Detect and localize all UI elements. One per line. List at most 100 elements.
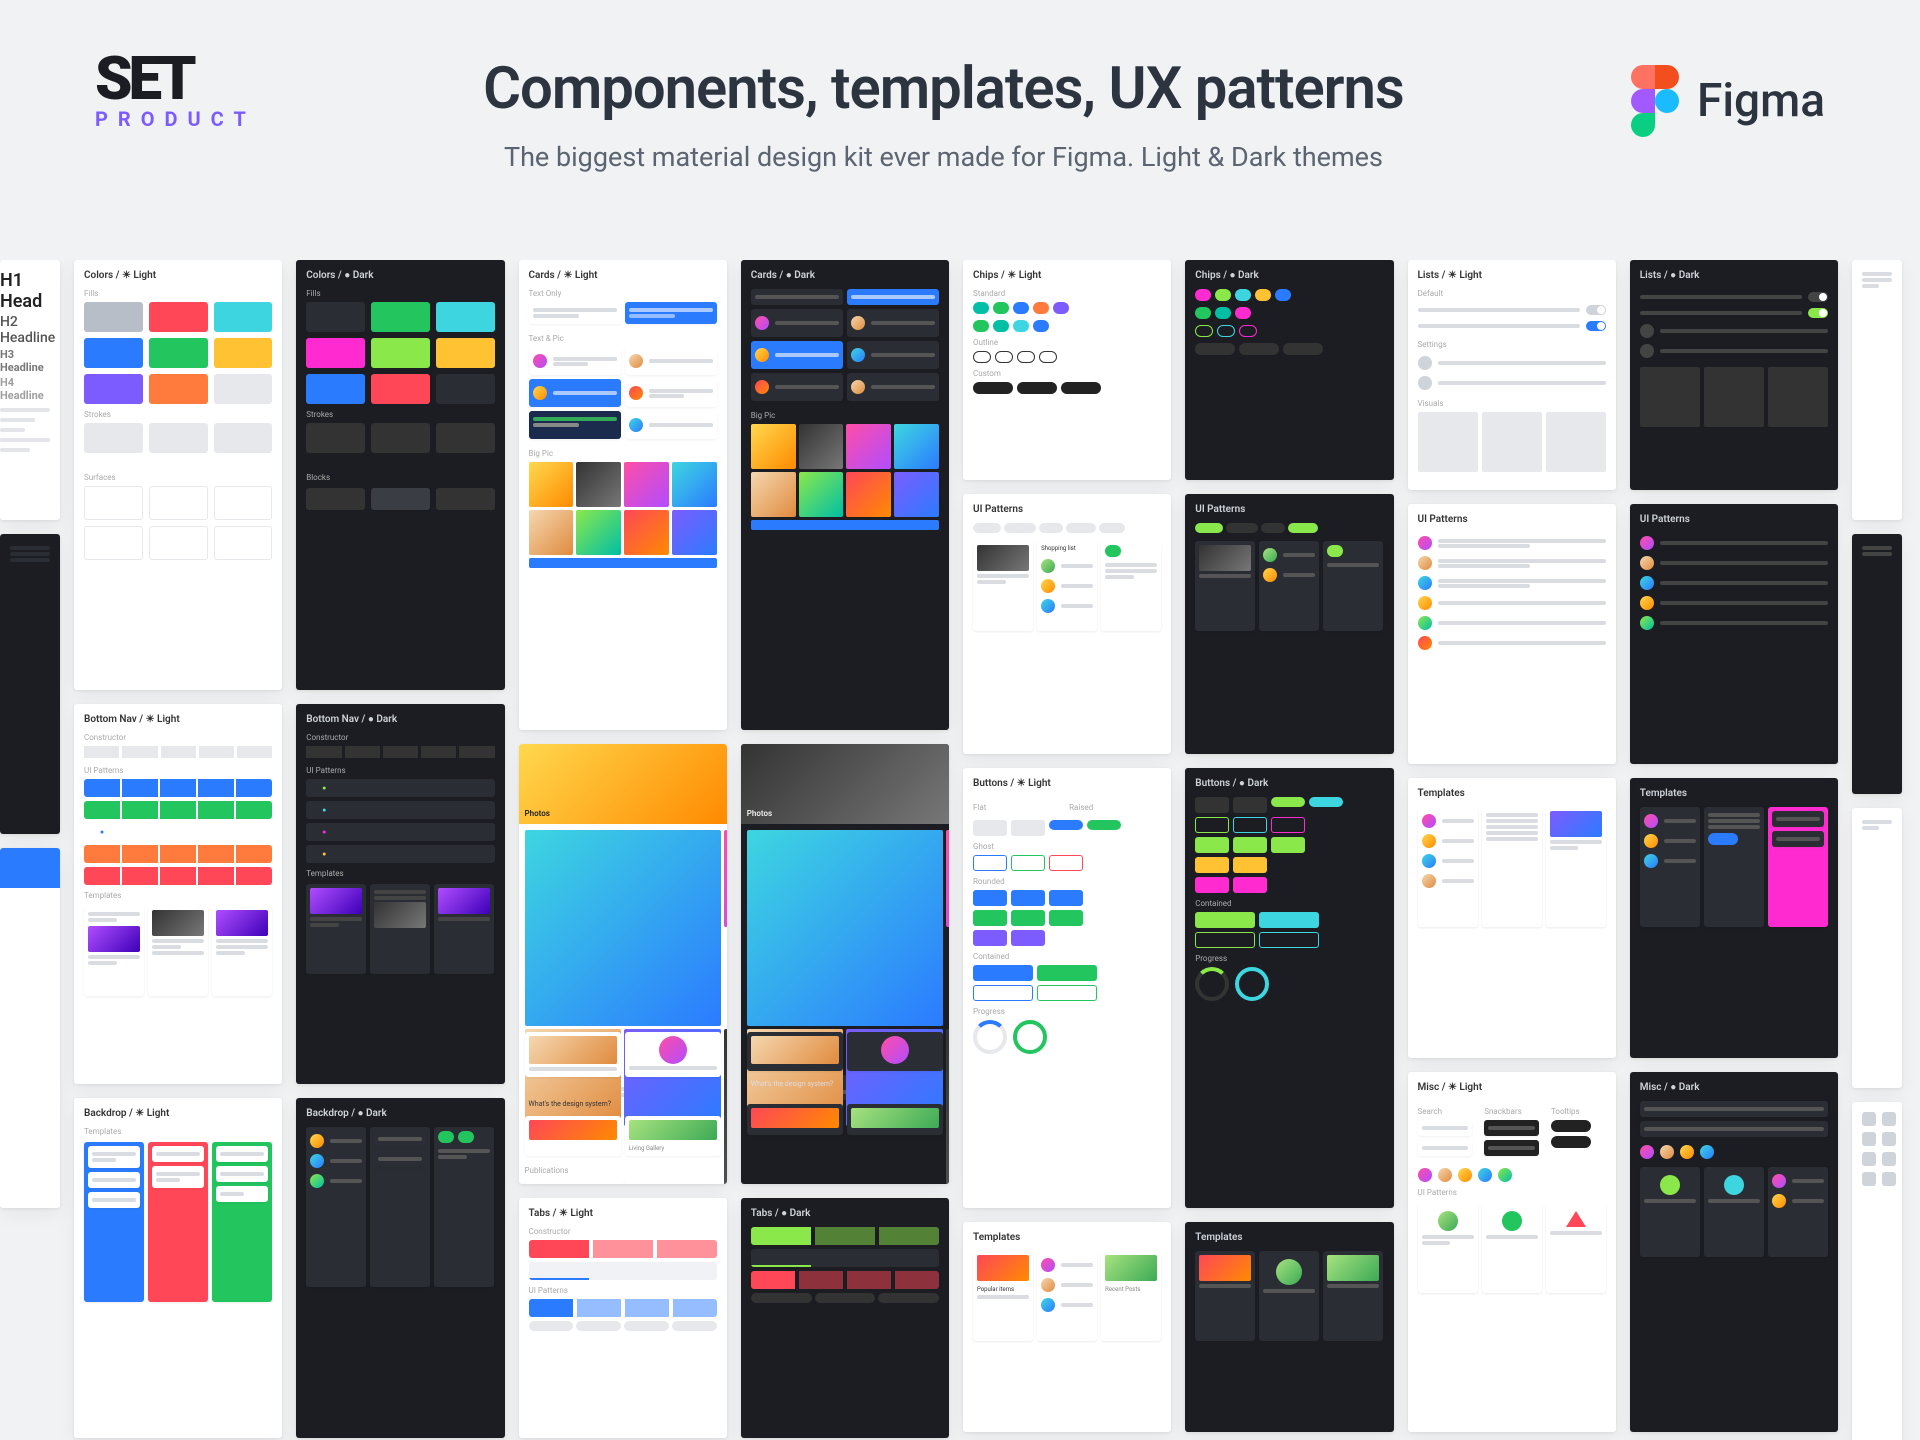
section-label: UI Patterns <box>306 766 494 775</box>
section-label: Raised <box>1069 803 1161 812</box>
section-label: Publications <box>525 1166 721 1175</box>
section-label: Surfaces <box>84 473 272 482</box>
panel-lists-templates-light: Templates <box>1408 778 1616 1058</box>
section-label: Blocks <box>306 473 494 482</box>
section-label: Contained <box>1195 899 1383 908</box>
section-label: Big Pic <box>529 449 717 458</box>
gallery-col-7: Lists / ☀ Light Default Settings Visuals… <box>1408 260 1616 1440</box>
panel-backdrop-dark: Backdrop / ● Dark <box>296 1098 504 1438</box>
gallery-col-6: Chips / ● Dark UI Patterns Buttons / ● D… <box>1185 260 1393 1440</box>
panel-title: Tabs / ☀ Light <box>529 1208 717 1219</box>
panel-title: Bottom Nav / ● Dark <box>306 714 494 725</box>
section-label: Strokes <box>84 410 272 419</box>
section-label: Constructor <box>306 733 494 742</box>
panel-title: Cards / ☀ Light <box>529 270 717 281</box>
gallery-col-5: Chips / ☀ Light Standard Outline Custom … <box>963 260 1171 1440</box>
panel-peek-r2 <box>1852 534 1902 794</box>
panel-buttons-light: Buttons / ☀ Light Flat Raised Ghost Round… <box>963 768 1171 1208</box>
typo-h1: H1 Head <box>0 270 50 312</box>
section-label: Text Only <box>529 289 717 298</box>
panel-title: Misc / ● Dark <box>1640 1082 1828 1093</box>
section-label: Big Pic <box>751 411 939 420</box>
panel-peek-backdrop <box>0 848 60 1208</box>
panel-title: Misc / ☀ Light <box>1418 1082 1606 1093</box>
section-label: Strokes <box>306 410 494 419</box>
panel-peek-r1 <box>1852 260 1902 520</box>
figma-logo-icon <box>1631 65 1679 137</box>
panel-lists-patterns-light: UI Patterns <box>1408 504 1616 764</box>
photos-cat: Living Gallery <box>629 1145 665 1152</box>
section-label: UI Patterns <box>1418 1188 1606 1197</box>
panel-misc-dark: Misc / ● Dark <box>1630 1072 1838 1432</box>
section-label: Custom <box>973 369 1161 378</box>
panel-title: Backdrop / ☀ Light <box>84 1108 272 1119</box>
panel-photos-light: Photos What's the design system? Living … <box>519 744 727 1184</box>
panel-title: UI Patterns <box>1640 514 1828 525</box>
panel-title: Cards / ● Dark <box>751 270 939 281</box>
figma-word: Figma <box>1697 74 1825 128</box>
panel-bottomnav-dark: Bottom Nav / ● Dark Constructor UI Patte… <box>296 704 504 1084</box>
showcase-gallery: H1 Head H2 Headline H3 Headline H4 Headl… <box>0 260 1920 1440</box>
section-label: Progress <box>1195 954 1383 963</box>
gallery-col-3: Cards / ☀ Light Text Only Text & Pic Big… <box>519 260 727 1440</box>
panel-title: Templates <box>1640 788 1828 799</box>
panel-icons-strip <box>1852 1102 1902 1440</box>
section-label: Snackbars <box>1484 1107 1539 1116</box>
section-label: Ghost <box>973 842 1161 851</box>
section-label: Constructor <box>529 1227 717 1236</box>
panel-title: Chips / ☀ Light <box>973 270 1161 281</box>
panel-colors-light: Colors / ☀ Light Fills Strokes Surfaces <box>74 260 282 690</box>
panel-cards-light: Cards / ☀ Light Text Only Text & Pic Big… <box>519 260 727 730</box>
panel-peek-dark <box>0 534 60 834</box>
tpl-title: Popular items <box>977 1286 1014 1293</box>
section-label: Standard <box>973 289 1161 298</box>
panel-title: Colors / ☀ Light <box>84 270 272 281</box>
panel-tabs-light: Tabs / ☀ Light Constructor UI Patterns <box>519 1198 727 1438</box>
typo-h3: H3 Headline <box>0 348 50 374</box>
card-caption <box>751 520 939 530</box>
section-label: Templates <box>306 869 494 878</box>
panel-buttons-templates-light: Templates Popular items Recent Posts <box>963 1222 1171 1432</box>
gallery-col-2: Colors / ● Dark Fills Strokes Blocks Bot… <box>296 260 504 1440</box>
panel-colors-dark: Colors / ● Dark Fills Strokes Blocks <box>296 260 504 690</box>
panel-chips-patterns-light: UI Patterns Shopping list <box>963 494 1171 754</box>
typo-h2: H2 Headline <box>0 314 50 346</box>
photos-question: What's the design system? <box>529 1100 612 1108</box>
panel-title: Colors / ● Dark <box>306 270 494 281</box>
brand-setproduct: SET PRODUCT <box>95 55 256 131</box>
gallery-peek-left: H1 Head H2 Headline H3 Headline H4 Headl… <box>0 260 60 1440</box>
panel-buttons-templates-dark: Templates <box>1185 1222 1393 1432</box>
panel-title: Buttons / ☀ Light <box>973 778 1161 789</box>
tpl-title: Shopping list <box>1041 545 1076 552</box>
panel-title: Templates <box>1418 788 1606 799</box>
section-label: Visuals <box>1418 399 1606 408</box>
section-label: Rounded <box>973 877 1161 886</box>
panel-lists-dark: Lists / ● Dark <box>1630 260 1838 490</box>
panel-title: Lists / ☀ Light <box>1418 270 1606 281</box>
panel-title: UI Patterns <box>1418 514 1606 525</box>
page-subhead: The biggest material design kit ever mad… <box>256 141 1631 173</box>
section-label: Tooltips <box>1551 1107 1606 1116</box>
panel-title: Templates <box>1195 1232 1383 1243</box>
panel-title: UI Patterns <box>1195 504 1383 515</box>
panel-title: Chips / ● Dark <box>1195 270 1383 281</box>
section-label: Templates <box>84 891 272 900</box>
gallery-col-8: Lists / ● Dark UI Patterns Templates M <box>1630 260 1838 1440</box>
panel-title: Tabs / ● Dark <box>751 1208 939 1219</box>
section-label: Fills <box>84 289 272 298</box>
section-label: Flat <box>973 803 1065 812</box>
section-label: UI Patterns <box>84 766 272 775</box>
panel-photos-dark: Photos What's the design system? <box>741 744 949 1184</box>
photos-title: Photos <box>525 809 550 818</box>
page-headline: Components, templates, UX patterns <box>256 55 1631 123</box>
panel-title: Backdrop / ● Dark <box>306 1108 494 1119</box>
section-label: Search <box>1418 1107 1473 1116</box>
section-label: Default <box>1418 289 1606 298</box>
panel-title: Bottom Nav / ☀ Light <box>84 714 272 725</box>
panel-title: UI Patterns <box>973 504 1161 515</box>
panel-buttons-dark: Buttons / ● Dark Contained Progress <box>1185 768 1393 1208</box>
page-header: SET PRODUCT Components, templates, UX pa… <box>0 0 1920 218</box>
panel-title: Lists / ● Dark <box>1640 270 1828 281</box>
panel-lists-patterns-dark: UI Patterns <box>1630 504 1838 764</box>
section-label: Progress <box>973 1007 1161 1016</box>
